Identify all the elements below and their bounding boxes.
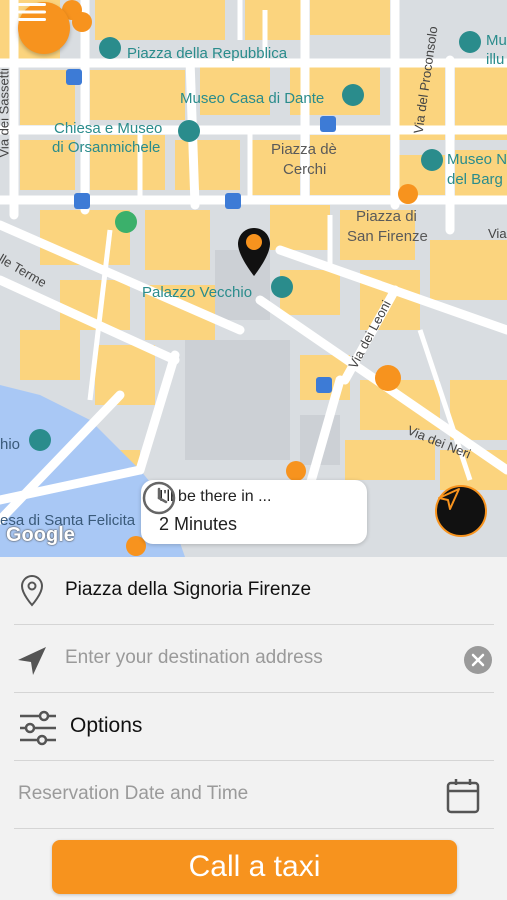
poi-label: Chiesa e Museo (54, 120, 163, 137)
pickup-pin-icon (238, 228, 270, 276)
street-label: Via dei Sassetti (0, 68, 12, 158)
calendar-icon[interactable] (446, 778, 480, 814)
close-icon (471, 653, 485, 667)
poi-label: San Firenze (347, 228, 428, 245)
poi-label: Cerchi (283, 161, 327, 178)
poi-label: Museo Casa di Dante (180, 90, 325, 107)
navigation-arrow-icon (18, 647, 46, 675)
street-label: Via (488, 226, 507, 241)
locate-me-button[interactable] (435, 485, 487, 537)
menu-button[interactable] (18, 2, 70, 54)
call-taxi-button[interactable]: Call a taxi (52, 840, 457, 894)
options-label: Options (70, 714, 143, 737)
map-view[interactable]: Piazza della Repubblica Museo Casa di Da… (0, 0, 507, 557)
reservation-row[interactable]: Reservation Date and Time (14, 761, 494, 829)
eta-value: 2 Minutes (159, 514, 238, 534)
poi-label: illu (486, 51, 505, 68)
poi-label: Piazza dè (271, 141, 337, 158)
eta-card: I'll be there in ... 2 Minutes (141, 480, 367, 544)
google-logo: Google (6, 524, 75, 546)
poi-label: di Orsanmichele (52, 139, 161, 156)
sliders-icon (20, 710, 56, 746)
navigation-arrow-icon (438, 488, 460, 510)
poi-label: Museo N (447, 151, 507, 168)
poi-label: Piazza della Repubblica (127, 45, 288, 62)
reservation-input[interactable]: Reservation Date and Time (18, 783, 248, 805)
pickup-row[interactable]: Piazza della Signoria Firenze (14, 557, 494, 625)
poi-label: Palazzo Vecchio (142, 284, 253, 301)
clock-icon (142, 481, 176, 515)
poi-label: hio (0, 436, 21, 453)
location-pin-icon (20, 574, 44, 607)
pickup-address: Piazza della Signoria Firenze (65, 579, 312, 600)
destination-input[interactable]: Enter your destination address (65, 647, 323, 669)
destination-row[interactable]: Enter your destination address (14, 625, 494, 693)
poi-label: Mu (486, 32, 507, 49)
clear-destination-button[interactable] (464, 646, 492, 674)
poi-label: del Barg (447, 171, 503, 188)
poi-label: Piazza di (356, 208, 417, 225)
hamburger-icon (18, 3, 46, 21)
options-row[interactable]: Options (14, 693, 494, 761)
